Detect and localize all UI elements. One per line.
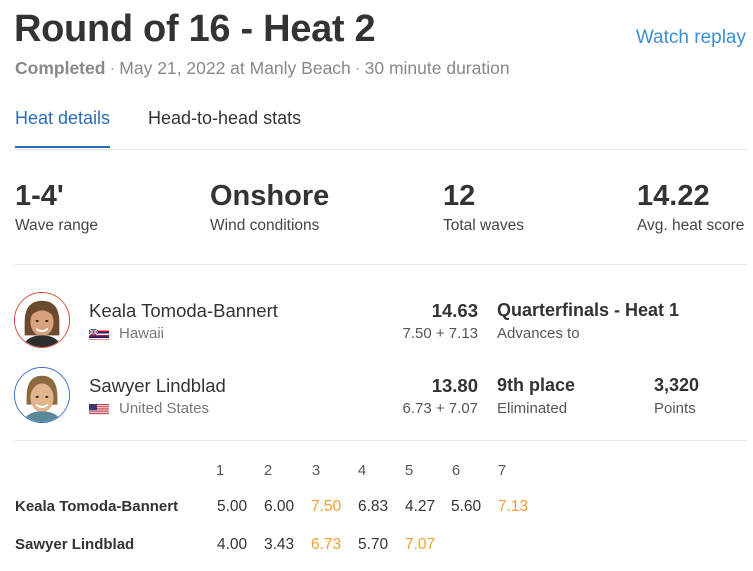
counted-wave-score: 7.13 [498,498,529,515]
wave-score: 6.00 [264,498,295,515]
final-placing: 9th place [497,375,576,395]
tab-heat-details[interactable]: Heat details [15,108,111,148]
country-label: United States [119,400,210,417]
wave-number: 6 [451,462,461,479]
stat-label: Total waves [443,217,524,234]
grid-surfer-name: Keala Tomoda-Bannert [15,498,179,515]
surfer-photo-icon [15,368,69,422]
wave-score: 4.27 [405,498,436,515]
stat-value: 12 [443,180,476,212]
page-title: Round of 16 - Heat 2 [14,8,376,50]
wave-score: 6.83 [358,498,389,515]
heat-total-score: 14.63 [431,300,478,321]
surfer-country: United States [89,400,209,417]
counted-wave-score: 7.50 [311,498,342,515]
points-value: 3,320 [654,375,700,395]
score-breakdown: 7.50 + 7.13 [402,325,478,342]
result-label: Advances to [497,325,580,342]
stat-label: Wave range [15,217,98,234]
points-label: Points [654,400,696,417]
separator: · [354,58,361,78]
result-label: Eliminated [497,400,568,417]
tab-head-to-head-stats[interactable]: Head-to-head stats [148,108,301,148]
wave-number: 1 [215,462,225,479]
wave-number: 7 [497,462,507,479]
surfer-name[interactable]: Keala Tomoda-Bannert [89,300,278,322]
wave-number: 4 [357,462,367,479]
wave-score: 5.00 [217,498,248,515]
heat-date-location: May 21, 2022 at Manly Beach [119,58,351,78]
surfer-photo-icon [15,293,69,347]
wave-score: 5.60 [451,498,482,515]
heat-total-score: 13.80 [431,375,478,396]
surfer-name[interactable]: Sawyer Lindblad [89,375,226,397]
stat-value: 1-4' [15,180,64,212]
grid-surfer-name: Sawyer Lindblad [15,536,135,553]
stat-value: 14.22 [637,180,710,212]
score-breakdown: 6.73 + 7.07 [402,400,478,417]
avatar-keala-tomoda-bannert[interactable] [14,292,70,348]
counted-wave-score: 6.73 [311,536,342,553]
heat-duration: 30 minute duration [364,58,510,78]
section-divider [15,264,747,265]
advances-to-heat-link[interactable]: Quarterfinals - Heat 1 [497,300,679,321]
hawaii-flag-icon [89,328,109,340]
surfer-country: Hawaii [89,325,164,342]
wave-score: 5.70 [358,536,389,553]
wave-number: 3 [311,462,321,479]
stat-total-waves: 12 Total waves [443,180,524,235]
wave-number: 2 [263,462,273,479]
heat-status: Completed [15,58,106,78]
tabs-divider [15,149,747,150]
wave-score: 4.00 [217,536,248,553]
section-divider [15,440,747,441]
stat-label: Avg. heat score [637,217,745,234]
country-label: Hawaii [119,325,165,342]
watch-replay-link[interactable]: Watch replay [636,27,746,49]
stat-wind-conditions: Onshore Wind conditions [210,180,329,235]
avatar-sawyer-lindblad[interactable] [14,367,70,423]
wave-score: 3.43 [264,536,295,553]
separator: · [109,58,116,78]
stat-label: Wind conditions [210,217,320,234]
counted-wave-score: 7.07 [405,536,436,553]
stat-wave-range: 1-4' Wave range [15,180,98,235]
usa-flag-icon [89,403,109,415]
tab-bar: Heat details Head-to-head stats [15,108,747,150]
wave-number: 5 [404,462,414,479]
stat-avg-heat-score: 14.22 Avg. heat score [637,180,744,235]
stat-value: Onshore [210,180,330,212]
heat-subtitle: Completed · May 21, 2022 at Manly Beach · 30… [15,58,510,79]
